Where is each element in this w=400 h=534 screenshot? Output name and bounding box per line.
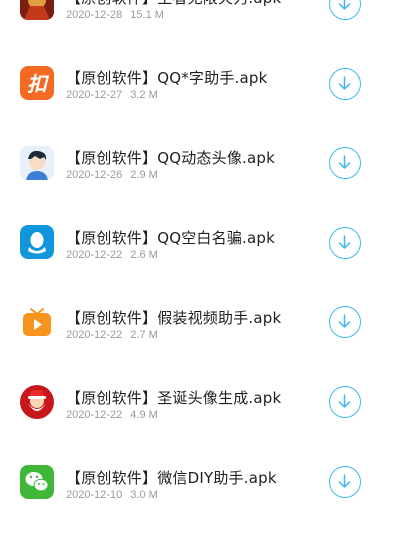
list-item[interactable]: 【原创软件】QQ空白名骗.apk 2020-12-22 2.6 M bbox=[0, 222, 400, 300]
app-size: 2.6 M bbox=[130, 249, 158, 261]
santa-icon[interactable] bbox=[20, 385, 54, 419]
app-meta: 2020-12-10 3.0 M bbox=[66, 489, 158, 501]
cartoon-face-icon[interactable] bbox=[20, 146, 54, 180]
app-meta: 2020-12-22 2.6 M bbox=[66, 249, 158, 261]
download-button[interactable] bbox=[329, 68, 361, 100]
app-meta: 2020-12-28 15.1 M bbox=[66, 9, 164, 21]
orange-k-icon[interactable]: 扣 bbox=[20, 66, 54, 100]
download-button[interactable] bbox=[329, 227, 361, 259]
arrow-down-icon bbox=[338, 474, 351, 488]
download-button[interactable] bbox=[329, 306, 361, 338]
app-title[interactable]: 【原创软件】假装视频助手.apk bbox=[66, 307, 281, 328]
app-title[interactable]: 【原创软件】QQ空白名骗.apk bbox=[66, 227, 275, 248]
app-date: 2020-12-22 bbox=[66, 249, 123, 261]
app-meta: 2020-12-22 2.7 M bbox=[66, 329, 158, 341]
list-item[interactable]: 扣 【原创软件】QQ*字助手.apk 2020-12-27 3.2 M bbox=[0, 66, 400, 144]
app-size: 2.7 M bbox=[130, 329, 158, 341]
arrow-down-icon bbox=[338, 155, 351, 169]
svg-text:扣: 扣 bbox=[27, 72, 50, 96]
app-title[interactable]: 【原创软件】王者无限火力.apk bbox=[66, 0, 281, 8]
app-date: 2020-12-22 bbox=[66, 409, 123, 421]
arrow-down-icon bbox=[338, 0, 351, 10]
app-size: 3.2 M bbox=[130, 89, 158, 101]
download-button[interactable] bbox=[329, 386, 361, 418]
app-size: 4.9 M bbox=[130, 409, 158, 421]
app-date: 2020-12-27 bbox=[66, 89, 123, 101]
tv-play-icon[interactable] bbox=[20, 305, 54, 339]
download-button[interactable] bbox=[329, 0, 361, 20]
arrow-down-icon bbox=[338, 76, 351, 90]
download-button[interactable] bbox=[329, 466, 361, 498]
app-download-list: 【原创软件】王者无限火力.apk 2020-12-28 15.1 M 扣 【原创软… bbox=[0, 0, 400, 534]
qq-penguin-icon[interactable] bbox=[20, 225, 54, 259]
app-title[interactable]: 【原创软件】圣诞头像生成.apk bbox=[66, 387, 281, 408]
app-date: 2020-12-28 bbox=[66, 9, 123, 21]
app-date: 2020-12-26 bbox=[66, 169, 123, 181]
app-title[interactable]: 【原创软件】QQ*字助手.apk bbox=[66, 67, 267, 88]
wechat-icon[interactable] bbox=[20, 465, 54, 499]
arrow-down-icon bbox=[338, 235, 351, 249]
game-hero-icon[interactable] bbox=[20, 0, 54, 20]
list-item[interactable]: 【原创软件】假装视频助手.apk 2020-12-22 2.7 M bbox=[0, 300, 400, 378]
list-item[interactable]: 【原创软件】微信DIY助手.apk 2020-12-10 3.0 M bbox=[0, 456, 400, 534]
app-size: 3.0 M bbox=[130, 489, 158, 501]
app-size: 2.9 M bbox=[130, 169, 158, 181]
download-button[interactable] bbox=[329, 147, 361, 179]
app-meta: 2020-12-26 2.9 M bbox=[66, 169, 158, 181]
app-date: 2020-12-10 bbox=[66, 489, 123, 501]
arrow-down-icon bbox=[338, 394, 351, 408]
arrow-down-icon bbox=[338, 314, 351, 328]
app-title[interactable]: 【原创软件】QQ动态头像.apk bbox=[66, 147, 275, 168]
app-date: 2020-12-22 bbox=[66, 329, 123, 341]
app-meta: 2020-12-22 4.9 M bbox=[66, 409, 158, 421]
list-item[interactable]: 【原创软件】圣诞头像生成.apk 2020-12-22 4.9 M bbox=[0, 378, 400, 456]
list-item[interactable]: 【原创软件】王者无限火力.apk 2020-12-28 15.1 M bbox=[0, 0, 400, 66]
app-size: 15.1 M bbox=[130, 9, 164, 21]
app-title[interactable]: 【原创软件】微信DIY助手.apk bbox=[66, 467, 277, 488]
app-meta: 2020-12-27 3.2 M bbox=[66, 89, 158, 101]
list-item[interactable]: 【原创软件】QQ动态头像.apk 2020-12-26 2.9 M bbox=[0, 144, 400, 222]
